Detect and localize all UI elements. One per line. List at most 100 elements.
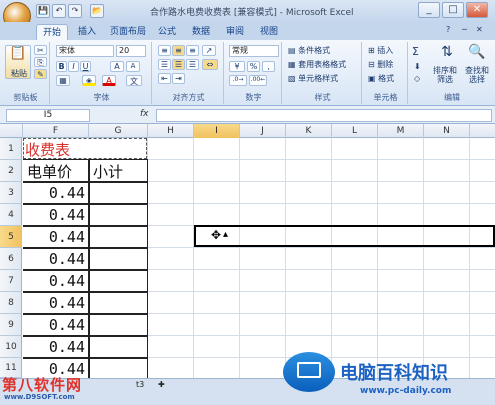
name-box[interactable]: I5 (6, 109, 90, 122)
price-cell[interactable]: 0.44 (23, 316, 85, 334)
worksheet-grid[interactable]: 收费表 电单价 小计 0.44 0.44 0.44 0.44 0.44 0.44… (23, 138, 495, 378)
column-header-j[interactable]: J (240, 124, 286, 138)
align-left-icon[interactable]: ☰ (158, 59, 171, 70)
tab-home[interactable]: 开始 (36, 24, 69, 40)
column-header-g[interactable]: G (89, 124, 148, 138)
borders-icon[interactable]: ▦ (56, 75, 70, 86)
select-all-corner[interactable] (0, 124, 23, 138)
price-cell[interactable]: 0.44 (23, 338, 85, 356)
find-select-icon[interactable]: 🔍 (464, 44, 490, 64)
delete-cells-button[interactable]: ⊟ 删除 (368, 59, 393, 70)
format-as-table-button[interactable]: ▦ 套用表格格式 (288, 59, 346, 70)
price-cell[interactable]: 0.44 (23, 250, 85, 268)
percent-button[interactable]: % (247, 61, 260, 72)
format-painter-icon[interactable]: ✎ (34, 69, 47, 79)
shrink-font-button[interactable]: A (126, 61, 140, 72)
help-icon[interactable]: ? (446, 25, 450, 34)
align-bottom-icon[interactable]: ≡ (186, 45, 199, 56)
tab-data[interactable]: 数据 (186, 24, 216, 40)
column-header-m[interactable]: M (378, 124, 424, 138)
save-icon[interactable]: 💾 (36, 4, 50, 18)
find-select-label[interactable]: 查找和选择 (462, 66, 492, 84)
undo-icon[interactable]: ↶ (52, 4, 66, 18)
underline-button[interactable]: U (80, 61, 91, 72)
row-header-4[interactable]: 4 (0, 204, 22, 226)
fill-color-icon[interactable]: ◈ (82, 75, 96, 86)
price-cell[interactable]: 0.44 (23, 206, 85, 224)
row-header-9[interactable]: 9 (0, 314, 22, 336)
column-header-k[interactable]: K (286, 124, 332, 138)
align-middle-icon[interactable]: ≡ (172, 45, 185, 56)
price-cell[interactable]: 0.44 (23, 228, 85, 246)
column-header-i[interactable]: I (194, 124, 240, 138)
column-header-l[interactable]: L (332, 124, 378, 138)
tab-view[interactable]: 视图 (254, 24, 284, 40)
copy-icon[interactable]: ⎘ (34, 57, 47, 67)
row-header-1[interactable]: 1 (0, 138, 22, 160)
sheet-title-cell[interactable]: 收费表 (25, 139, 70, 160)
decrease-indent-icon[interactable]: ⇤ (158, 73, 171, 84)
cut-icon[interactable]: ✂ (34, 45, 47, 55)
maximize-button[interactable]: □ (442, 2, 464, 18)
selected-range[interactable] (194, 225, 495, 247)
row-header-8[interactable]: 8 (0, 292, 22, 314)
italic-button[interactable]: I (68, 61, 79, 72)
align-top-icon[interactable]: ≡ (158, 45, 171, 56)
header-subtotal-cell[interactable]: 小计 (93, 161, 123, 182)
header-price-cell[interactable]: 电单价 (27, 161, 72, 182)
insert-function-button[interactable]: fx (140, 109, 154, 122)
increase-decimal-icon[interactable]: .0→ (229, 75, 247, 86)
grow-font-button[interactable]: A (110, 61, 124, 72)
sort-filter-label[interactable]: 排序和筛选 (430, 66, 460, 84)
decrease-decimal-icon[interactable]: .00← (249, 75, 267, 86)
sort-filter-icon[interactable]: ⇅ (434, 44, 460, 64)
row-header-3[interactable]: 3 (0, 182, 22, 204)
number-format-select[interactable]: 常规 (229, 45, 279, 57)
bold-button[interactable]: B (56, 61, 67, 72)
merge-center-icon[interactable]: ⇔ (202, 59, 218, 70)
conditional-format-button[interactable]: ▤ 条件格式 (288, 45, 330, 56)
sheet-tab[interactable]: t3 (136, 380, 144, 389)
tab-formulas[interactable]: 公式 (152, 24, 182, 40)
row-header-7[interactable]: 7 (0, 270, 22, 292)
tab-page-layout[interactable]: 页面布局 (104, 24, 152, 40)
insert-cells-button[interactable]: ⊞ 插入 (368, 45, 393, 56)
autosum-button[interactable]: Σ (412, 45, 419, 58)
row-header-10[interactable]: 10 (0, 336, 22, 358)
insert-sheet-icon[interactable]: ✚ (158, 380, 165, 389)
price-cell[interactable]: 0.44 (23, 184, 85, 202)
tab-insert[interactable]: 插入 (72, 24, 102, 40)
formula-input[interactable] (156, 109, 492, 122)
fill-icon[interactable]: ⬇ (414, 62, 421, 71)
column-header-f[interactable]: F (23, 124, 89, 138)
row-header-2[interactable]: 2 (0, 160, 22, 182)
row-header-5[interactable]: 5 (0, 226, 22, 248)
clear-icon[interactable]: ◇ (414, 74, 420, 83)
tab-review[interactable]: 审阅 (220, 24, 250, 40)
increase-indent-icon[interactable]: ⇥ (172, 73, 185, 84)
paste-options-icon[interactable]: ▴ (223, 229, 228, 240)
open-icon[interactable]: 📂 (90, 4, 104, 18)
redo-icon[interactable]: ↷ (68, 4, 82, 18)
group-clipboard: 📋 粘贴 ✂ ⎘ ✎ 剪贴板 (2, 42, 50, 104)
price-cell[interactable]: 0.44 (23, 294, 85, 312)
minimize-button[interactable]: _ (418, 2, 440, 18)
column-header-h[interactable]: H (148, 124, 194, 138)
phonetic-icon[interactable]: 文 (126, 75, 142, 86)
close-button[interactable]: ✕ (466, 2, 488, 18)
ribbon-minimize-icon[interactable]: ─ (462, 25, 467, 34)
align-right-icon[interactable]: ☰ (186, 59, 199, 70)
font-name-select[interactable]: 宋体 (56, 45, 114, 57)
column-header-n[interactable]: N (424, 124, 470, 138)
ribbon-close-icon[interactable]: ✕ (476, 25, 483, 34)
currency-icon[interactable]: ¥ (229, 61, 245, 72)
price-cell[interactable]: 0.44 (23, 272, 85, 290)
font-size-select[interactable]: 20 (116, 45, 146, 57)
font-color-icon[interactable]: A (102, 75, 116, 86)
cell-styles-button[interactable]: ▧ 单元格样式 (288, 73, 338, 84)
comma-button[interactable]: , (262, 61, 275, 72)
row-header-6[interactable]: 6 (0, 248, 22, 270)
format-cells-button[interactable]: ▣ 格式 (368, 73, 394, 84)
align-center-icon[interactable]: ☰ (172, 59, 185, 70)
orientation-icon[interactable]: ↗ (202, 45, 216, 56)
